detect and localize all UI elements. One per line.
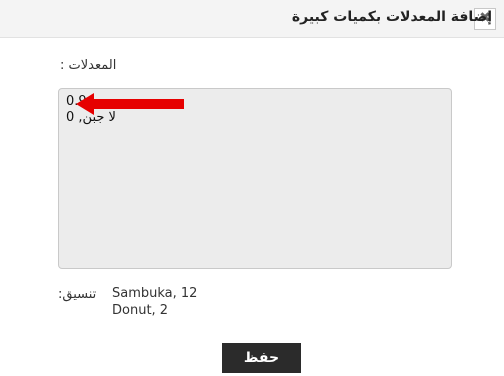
format-label: :تنسيق xyxy=(58,287,97,302)
dialog-title: إضافة المعدلات بكميات كبيرة xyxy=(291,9,492,25)
red-arrow-annotation xyxy=(76,93,184,115)
dialog-header: ✖ إضافة المعدلات بكميات كبيرة xyxy=(0,0,504,38)
format-example-line: Sambuka, 12 xyxy=(112,286,198,301)
format-example-line: Donut, 2 xyxy=(112,303,169,318)
bulk-rates-dialog: ✖ إضافة المعدلات بكميات كبيرة : المعدلات… xyxy=(0,0,504,376)
save-button[interactable]: حفظ xyxy=(222,343,301,373)
rates-label: : المعدلات xyxy=(60,58,117,73)
format-example: Sambuka, 12 Donut, 2 xyxy=(112,285,197,319)
